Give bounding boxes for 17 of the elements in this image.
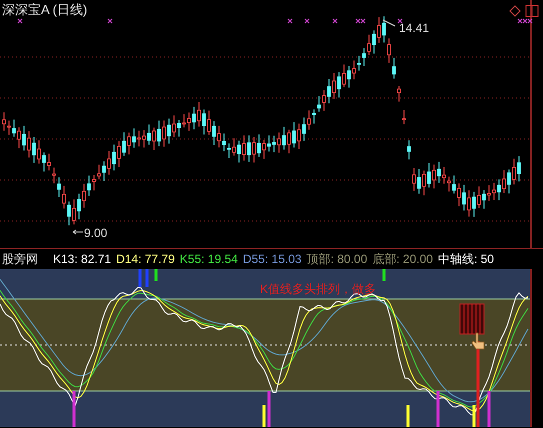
high-price-label: 14.41 xyxy=(399,21,430,35)
low-arrow-icon xyxy=(72,230,84,234)
legend-value: 底部: 20.00 xyxy=(372,250,433,268)
legend-value: K55: 19.54 xyxy=(180,252,238,266)
low-price-label: 9.00 xyxy=(84,226,108,240)
striped-block xyxy=(460,304,484,334)
annotation-text: K值线多头排列，做多 xyxy=(260,281,376,298)
legend-value: D55: 15.03 xyxy=(242,252,302,266)
window-icon[interactable] xyxy=(526,5,538,17)
legend-value: 顶部: 80.00 xyxy=(306,250,368,268)
chart-title: 深深宝A (日线) xyxy=(2,1,88,19)
diamond-icon[interactable] xyxy=(509,5,521,17)
legend-value: 中轴线: 50 xyxy=(438,250,494,268)
legend-value: D14: 77.79 xyxy=(116,252,175,266)
hand-cursor-icon xyxy=(472,332,484,350)
indicator-name: 股旁网 xyxy=(2,250,38,268)
legend-value: K13: 82.71 xyxy=(53,252,112,266)
